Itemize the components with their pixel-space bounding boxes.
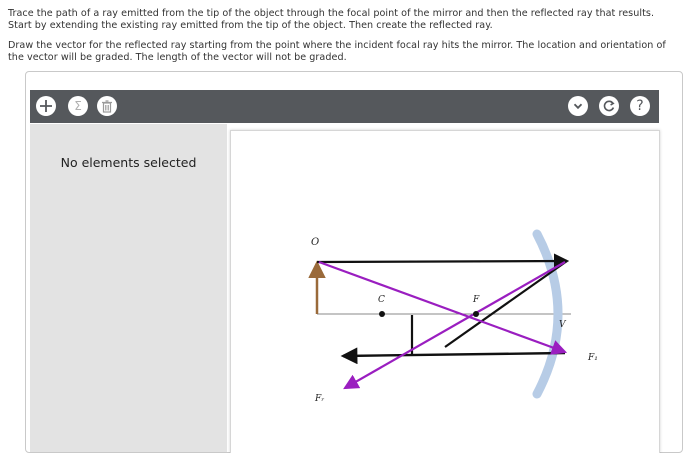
properties-panel: No elements selected: [30, 124, 227, 452]
reflected-vector-f1[interactable]: [340, 347, 566, 365]
no-selection-text: No elements selected: [60, 155, 197, 170]
ray-fr-label: Fᵣ: [314, 394, 324, 404]
instruction-text-2: Draw the vector for the reflected ray st…: [8, 40, 666, 63]
focal-point: [473, 311, 479, 317]
sigma-icon: Σ: [74, 99, 82, 113]
chevron-down-icon: [573, 103, 583, 110]
center-point: [379, 311, 385, 317]
incident-parallel-ray[interactable]: [316, 253, 570, 269]
drawing-tool: Σ ? No elements selected O C F V F₁ Fᵣ: [25, 71, 683, 453]
plus-icon: [40, 100, 52, 112]
reset-button[interactable]: [599, 96, 619, 116]
delete-button[interactable]: [97, 96, 117, 116]
drawing-canvas[interactable]: O C F V F₁ Fᵣ: [230, 130, 660, 453]
center-label: C: [378, 295, 385, 305]
trash-icon: [102, 99, 112, 113]
incident-focal-ray[interactable]: [318, 260, 568, 355]
help-icon: ?: [636, 98, 644, 114]
reflected-vector-fr[interactable]: [343, 261, 566, 390]
toolbar: Σ ?: [30, 90, 659, 123]
vertex-label: V: [559, 320, 567, 330]
reset-icon: [603, 100, 615, 112]
options-button[interactable]: [568, 96, 588, 116]
ray-f1-label: F₁: [587, 353, 598, 363]
focus-label: F: [472, 295, 480, 305]
sigma-button[interactable]: Σ: [68, 96, 88, 116]
ray-diagram: O C F V F₁ Fᵣ: [308, 229, 598, 404]
object-label: O: [311, 237, 319, 248]
instruction-text-1: Trace the path of a ray emitted from the…: [8, 8, 655, 31]
help-button[interactable]: ?: [630, 96, 650, 116]
add-vector-button[interactable]: [36, 96, 56, 116]
reflected-ray-through-focus[interactable]: [444, 260, 568, 348]
